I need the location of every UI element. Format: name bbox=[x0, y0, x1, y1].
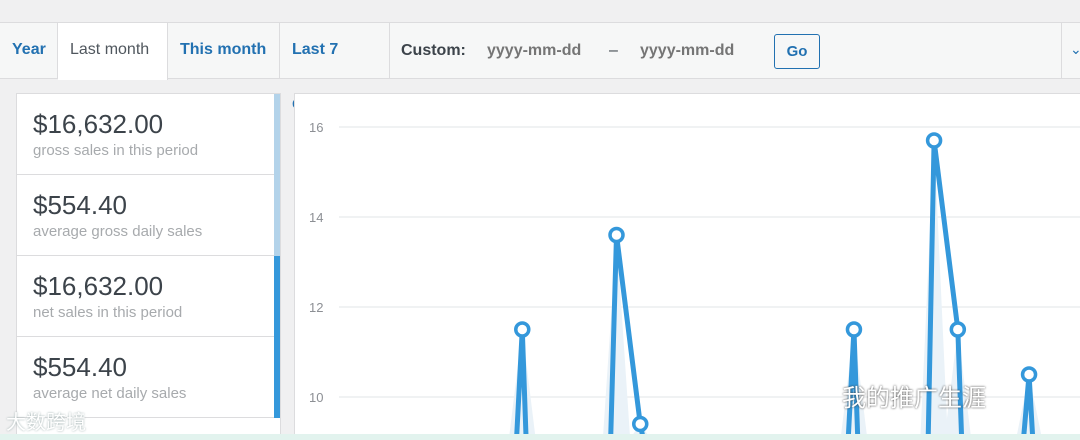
legend-desc: gross sales in this period bbox=[33, 142, 199, 159]
legend-desc: net sales in this period bbox=[33, 304, 183, 321]
date-to-input[interactable] bbox=[640, 35, 750, 67]
date-range-bar: Year Last month This month Last 7 days C… bbox=[0, 22, 1080, 112]
legend-desc: average net daily sales bbox=[33, 385, 187, 402]
legend-amount: $16,632.00 bbox=[33, 271, 164, 301]
watermark-right: 我的推广生涯 bbox=[842, 385, 986, 412]
date-from-input[interactable] bbox=[487, 35, 597, 67]
chevron-down-icon[interactable]: ⌄ bbox=[1070, 41, 1080, 58]
legend-amount: $16,632.00 bbox=[33, 109, 164, 139]
y-tick-label: 16 bbox=[309, 120, 323, 135]
y-tick-label: 12 bbox=[309, 300, 323, 315]
tab-this-month[interactable]: This month bbox=[168, 23, 280, 79]
y-tick-label: 10 bbox=[309, 390, 323, 405]
legend-color-bar bbox=[274, 175, 280, 256]
export-divider bbox=[1061, 23, 1062, 79]
watermark-left: 大数跨境 bbox=[6, 412, 86, 434]
bottom-strip bbox=[0, 434, 1080, 440]
chart-legend: $16,632.00 gross sales in this period $5… bbox=[16, 93, 281, 440]
tab-last-7-days[interactable]: Last 7 days bbox=[280, 23, 390, 112]
data-point[interactable] bbox=[632, 415, 649, 433]
legend-item-average-gross[interactable]: $554.40 average gross daily sales bbox=[17, 175, 280, 256]
legend-item-net-sales[interactable]: $16,632.00 net sales in this period bbox=[17, 256, 280, 337]
legend-color-bar bbox=[274, 337, 280, 418]
legend-color-bar bbox=[274, 256, 280, 337]
data-point[interactable] bbox=[608, 226, 625, 244]
tab-year[interactable]: Year bbox=[0, 23, 58, 79]
page-top-strip bbox=[0, 0, 1080, 22]
date-range-separator: – bbox=[609, 42, 618, 59]
data-point[interactable] bbox=[514, 321, 531, 338]
custom-range-label: Custom: bbox=[401, 42, 466, 59]
y-tick-label: 14 bbox=[309, 210, 323, 225]
data-point[interactable] bbox=[949, 321, 967, 338]
go-button[interactable]: Go bbox=[774, 34, 820, 69]
legend-desc: average gross daily sales bbox=[33, 223, 203, 240]
data-point[interactable] bbox=[1020, 366, 1038, 383]
legend-color-bar bbox=[274, 94, 280, 175]
legend-amount: $554.40 bbox=[33, 352, 127, 382]
tab-last-month[interactable]: Last month bbox=[58, 23, 168, 80]
legend-amount: $554.40 bbox=[33, 190, 127, 220]
data-point[interactable] bbox=[925, 132, 943, 149]
data-point[interactable] bbox=[845, 321, 863, 338]
legend-item-gross-sales[interactable]: $16,632.00 gross sales in this period bbox=[17, 94, 280, 175]
